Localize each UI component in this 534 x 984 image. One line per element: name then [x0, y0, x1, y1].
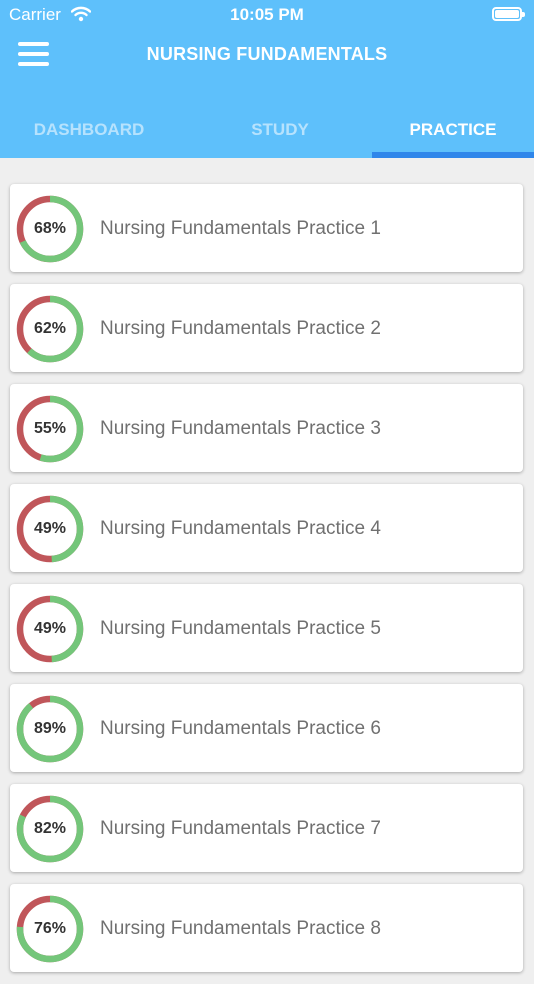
- practice-item-6[interactable]: 89% Nursing Fundamentals Practice 6: [10, 684, 523, 772]
- practice-title: Nursing Fundamentals Practice 6: [100, 718, 381, 739]
- practice-list: 68% Nursing Fundamentals Practice 1 62% …: [10, 184, 523, 984]
- practice-item-7[interactable]: 82% Nursing Fundamentals Practice 7: [10, 784, 523, 872]
- practice-title: Nursing Fundamentals Practice 5: [100, 618, 381, 639]
- practice-title: Nursing Fundamentals Practice 4: [100, 518, 381, 539]
- status-bar: Carrier 10:05 PM: [0, 0, 534, 30]
- practice-title: Nursing Fundamentals Practice 1: [100, 218, 381, 239]
- score-percent: 55%: [33, 420, 67, 437]
- practice-item-5[interactable]: 49% Nursing Fundamentals Practice 5: [10, 584, 523, 672]
- battery-icon: [492, 7, 525, 21]
- app-header: Carrier 10:05 PM NURSING FUNDAMENTALS DA…: [0, 0, 534, 158]
- practice-item-3[interactable]: 55% Nursing Fundamentals Practice 3: [10, 384, 523, 472]
- status-time: 10:05 PM: [230, 5, 304, 24]
- score-percent: 89%: [33, 720, 67, 737]
- score-percent: 49%: [33, 620, 67, 637]
- practice-title: Nursing Fundamentals Practice 2: [100, 318, 381, 339]
- practice-item-4[interactable]: 49% Nursing Fundamentals Practice 4: [10, 484, 523, 572]
- tab-study[interactable]: STUDY: [190, 120, 370, 158]
- score-percent: 76%: [33, 920, 67, 937]
- practice-title: Nursing Fundamentals Practice 3: [100, 418, 381, 439]
- practice-item-8[interactable]: 76% Nursing Fundamentals Practice 8: [10, 884, 523, 972]
- practice-title: Nursing Fundamentals Practice 7: [100, 818, 381, 839]
- active-tab-indicator: [372, 152, 534, 158]
- page-title: NURSING FUNDAMENTALS: [146, 44, 388, 64]
- score-percent: 68%: [33, 220, 67, 237]
- tab-dashboard[interactable]: DASHBOARD: [0, 120, 178, 158]
- practice-item-1[interactable]: 68% Nursing Fundamentals Practice 1: [10, 184, 523, 272]
- score-percent: 82%: [33, 820, 67, 837]
- practice-title: Nursing Fundamentals Practice 8: [100, 918, 381, 939]
- practice-item-2[interactable]: 62% Nursing Fundamentals Practice 2: [10, 284, 523, 372]
- score-percent: 62%: [33, 320, 67, 337]
- score-percent: 49%: [33, 520, 67, 537]
